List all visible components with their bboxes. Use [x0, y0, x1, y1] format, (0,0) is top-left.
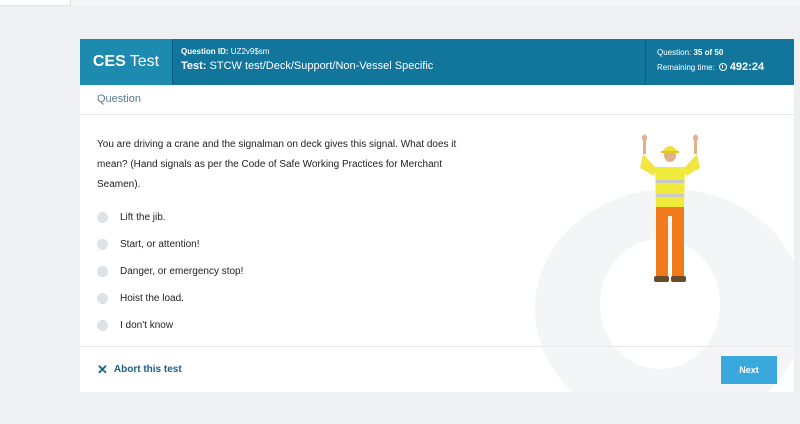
- remaining-time-value: 492:24: [729, 61, 765, 73]
- left-leg: [656, 214, 668, 276]
- test-footer: ✕ Abort this test Next: [80, 346, 794, 392]
- question-id: Question ID: UZ2v9$sm: [181, 47, 433, 56]
- section-header: Question: [80, 85, 794, 115]
- question-counter-value: 35 of 50: [693, 48, 724, 57]
- question-id-value: UZ2v9$sm: [230, 47, 270, 56]
- remaining-time: Remaining time: 492:24: [657, 61, 794, 73]
- question-text: You are driving a crane and the signalma…: [97, 139, 457, 190]
- brand-logo: CES Test: [80, 39, 173, 85]
- answer-label[interactable]: Start, or attention!: [120, 239, 200, 250]
- answer-option[interactable]: Lift the jib.: [97, 204, 243, 231]
- answer-options: Lift the jib. Start, or attention! Dange…: [97, 204, 243, 339]
- test-card: CES Test Question ID: UZ2v9$sm Test: STC…: [80, 39, 794, 392]
- answer-label[interactable]: Hoist the load.: [120, 293, 184, 304]
- test-name-value: STCW test/Deck/Support/Non-Vessel Specif…: [209, 60, 434, 72]
- next-button[interactable]: Next: [721, 356, 777, 384]
- abort-test-link[interactable]: ✕ Abort this test: [97, 363, 182, 376]
- test-label: Test:: [181, 60, 207, 72]
- left-upper-arm: [640, 154, 656, 176]
- answer-option[interactable]: Start, or attention!: [97, 231, 243, 258]
- radio-button[interactable]: [97, 293, 108, 304]
- radio-button[interactable]: [97, 266, 108, 277]
- left-hand: [642, 134, 647, 142]
- remaining-time-label: Remaining time:: [657, 62, 715, 72]
- answer-label[interactable]: Danger, or emergency stop!: [120, 266, 243, 277]
- radio-button[interactable]: [97, 239, 108, 250]
- browser-top-strip: [0, 0, 800, 6]
- answer-option[interactable]: Hoist the load.: [97, 285, 243, 312]
- progress-info: Question: 35 of 50 Remaining time: 492:2…: [645, 39, 794, 85]
- answer-label[interactable]: I don't know: [120, 320, 173, 331]
- left-boot: [654, 276, 669, 282]
- question-id-label: Question ID:: [181, 47, 229, 56]
- question-info: Question ID: UZ2v9$sm Test: STCW test/De…: [181, 47, 433, 72]
- reflective-stripe: [656, 180, 684, 183]
- right-leg: [672, 214, 684, 276]
- answer-label[interactable]: Lift the jib.: [120, 212, 166, 223]
- browser-tab-strip: [70, 0, 800, 6]
- signalman-illustration: [640, 134, 700, 282]
- hard-hat-brim: [661, 151, 679, 153]
- abort-label[interactable]: Abort this test: [114, 364, 182, 375]
- close-icon[interactable]: ✕: [97, 363, 108, 376]
- reflective-stripe: [656, 194, 684, 197]
- clock-icon: [718, 63, 727, 71]
- test-name: Test: STCW test/Deck/Support/Non-Vessel …: [181, 60, 433, 72]
- radio-button[interactable]: [97, 320, 108, 331]
- brand-bold: CES: [92, 53, 126, 70]
- section-title: Question: [97, 93, 142, 105]
- answer-option[interactable]: Danger, or emergency stop!: [97, 258, 243, 285]
- right-upper-arm: [684, 154, 700, 176]
- right-hand: [693, 134, 698, 142]
- answer-option[interactable]: I don't know: [97, 312, 243, 339]
- brand-rest: Test: [129, 53, 160, 70]
- question-counter-label: Question:: [657, 48, 692, 57]
- right-boot: [671, 276, 686, 282]
- safety-vest: [655, 167, 685, 207]
- radio-button[interactable]: [97, 212, 108, 223]
- test-header: CES Test Question ID: UZ2v9$sm Test: STC…: [80, 39, 794, 85]
- question-counter: Question: 35 of 50: [657, 48, 794, 57]
